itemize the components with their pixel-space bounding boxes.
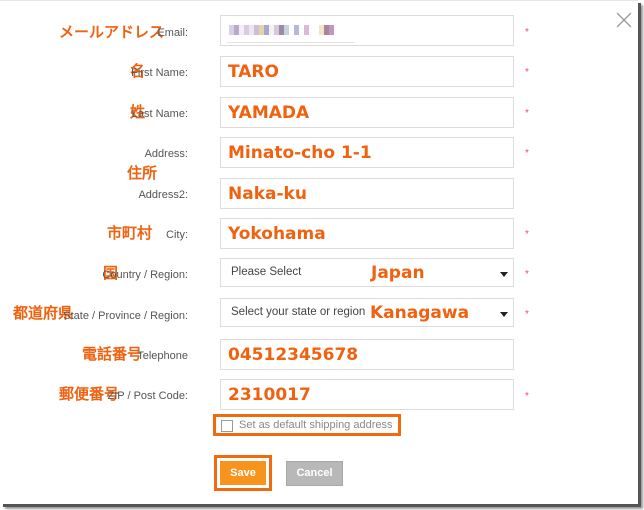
- default-shipping-label[interactable]: Set as default shipping address: [239, 418, 393, 432]
- email-blurred-value: [229, 25, 334, 37]
- city-input[interactable]: Yokohama: [220, 218, 514, 249]
- first-name-label: First Name:: [131, 67, 188, 79]
- address-input[interactable]: Minato-cho 1-1: [220, 137, 514, 168]
- city-jp-annotation: 市町村: [107, 224, 153, 242]
- address-dialog: メールアドレス Email: * 名 First Name: TARO * 姓 …: [0, 0, 638, 504]
- country-placeholder: Please Select: [231, 266, 302, 278]
- telephone-row: 電話番号 Telephone 04512345678: [0, 339, 620, 373]
- state-select[interactable]: Select your state or region Kanagawa: [220, 298, 514, 327]
- address-value: Minato-cho 1-1: [228, 143, 372, 163]
- last-name-value: YAMADA: [228, 103, 310, 123]
- address-row: Address: Minato-cho 1-1 *: [0, 137, 620, 171]
- save-button-highlight: Save: [214, 455, 272, 491]
- telephone-label: Telephone: [137, 350, 188, 362]
- city-row: 市町村 City: Yokohama *: [0, 218, 620, 252]
- telephone-value: 04512345678: [228, 345, 359, 365]
- last-name-required-mark: *: [525, 108, 529, 119]
- email-row: メールアドレス Email: *: [0, 15, 620, 49]
- city-value: Yokohama: [228, 224, 326, 244]
- country-select[interactable]: Please Select Japan: [220, 258, 514, 287]
- email-required-mark: *: [525, 27, 529, 38]
- city-required-mark: *: [525, 229, 529, 240]
- state-label: State / Province / Region:: [63, 310, 188, 322]
- address2-value: Naka-ku: [228, 184, 307, 204]
- email-jp-annotation: メールアドレス: [59, 23, 165, 41]
- first-name-input[interactable]: TARO: [220, 56, 514, 87]
- chevron-down-icon: [500, 312, 508, 317]
- zip-required-mark: *: [525, 391, 529, 402]
- default-shipping-highlight: Set as default shipping address: [213, 414, 401, 436]
- address-label: Address:: [144, 148, 188, 160]
- chevron-down-icon: [500, 272, 508, 277]
- first-name-required-mark: *: [525, 67, 529, 78]
- address-required-mark: *: [525, 148, 529, 159]
- zip-input[interactable]: 2310017: [220, 379, 514, 410]
- address2-row: Address2: Naka-ku: [0, 178, 620, 212]
- state-row: 都道府県 State / Province / Region: Select y…: [0, 298, 620, 332]
- telephone-jp-annotation: 電話番号: [82, 345, 143, 363]
- email-input[interactable]: [220, 15, 514, 46]
- first-name-value: TARO: [228, 62, 279, 82]
- first-name-row: 名 First Name: TARO *: [0, 56, 620, 90]
- country-value: Japan: [371, 263, 425, 283]
- save-button[interactable]: Save: [220, 461, 266, 485]
- telephone-input[interactable]: 04512345678: [220, 339, 514, 370]
- address2-label: Address2:: [138, 189, 188, 201]
- cancel-button[interactable]: Cancel: [286, 461, 343, 486]
- country-label: Country / Region:: [102, 269, 188, 281]
- zip-label: ZIP / Post Code:: [107, 390, 188, 402]
- country-required-mark: *: [525, 269, 529, 280]
- address2-input[interactable]: Naka-ku: [220, 178, 514, 209]
- state-required-mark: *: [525, 309, 529, 320]
- last-name-row: 姓 Last Name: YAMADA *: [0, 97, 620, 131]
- country-row: 国 Country / Region: Please Select Japan …: [0, 258, 620, 292]
- city-label: City:: [166, 229, 188, 241]
- last-name-input[interactable]: YAMADA: [220, 97, 514, 128]
- state-value: Kanagawa: [370, 303, 470, 323]
- email-label: Email:: [157, 27, 188, 39]
- last-name-label: Last Name:: [131, 108, 188, 120]
- zip-value: 2310017: [228, 385, 311, 405]
- default-shipping-checkbox[interactable]: [221, 420, 233, 432]
- email-underline: [227, 42, 355, 43]
- zip-row: 郵便番号 ZIP / Post Code: 2310017 *: [0, 379, 620, 413]
- state-placeholder: Select your state or region: [231, 306, 366, 318]
